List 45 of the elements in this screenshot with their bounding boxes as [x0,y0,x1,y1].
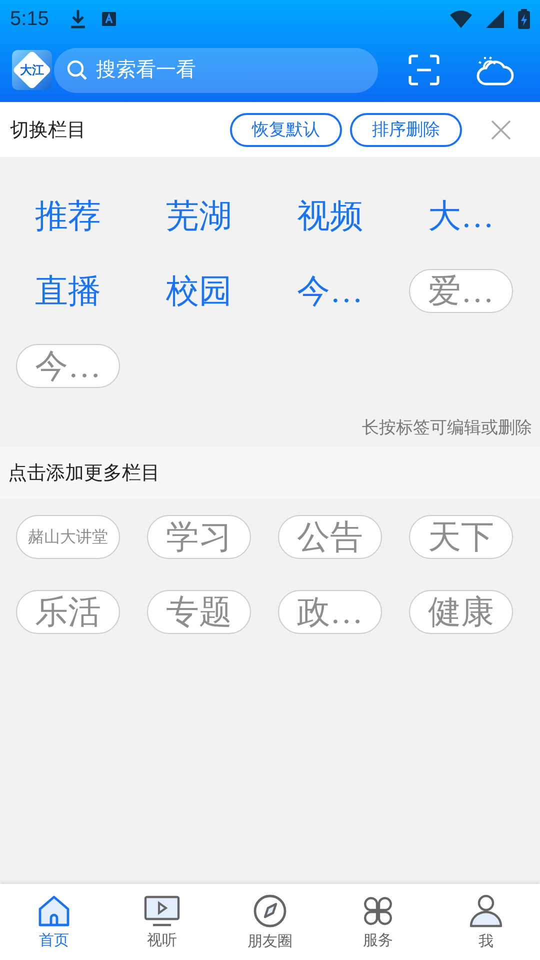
app-notification-icon [100,11,117,27]
person-icon [469,894,503,928]
channel-tag[interactable]: 今… [278,269,382,313]
status-time: 5:15 [10,8,49,30]
channel-tag[interactable]: 爱… [409,269,513,313]
outline-button[interactable]: 恢复默认 [230,112,342,146]
home-icon [37,894,71,926]
channel-tag[interactable]: 专题 [147,590,251,634]
nav-tab[interactable]: 我 [432,884,540,960]
search-bar[interactable]: 搜索看一看 [54,48,378,92]
outline-button[interactable]: 排序删除 [350,112,462,146]
channel-tag[interactable]: 芜湖 [147,194,251,238]
nav-tab[interactable]: 视听 [108,884,216,960]
tv-icon [144,894,180,926]
close-icon[interactable] [490,118,512,140]
channel-tag[interactable]: 大… [409,194,513,238]
hint-text: 长按标签可编辑或删除 [361,417,533,439]
channel-tag[interactable]: 今… [16,344,120,388]
wifi-icon [450,10,472,28]
app-logo[interactable]: 大江 [12,50,52,90]
search-field[interactable]: 搜索看一看 [94,58,348,82]
weather-icon[interactable] [476,54,514,86]
nav-tab[interactable]: 服务 [324,884,432,960]
search-icon [66,59,88,81]
download-icon [68,9,87,29]
section-title: 切换栏目 [10,118,86,142]
signal-icon [486,10,504,28]
channel-tag[interactable]: 公告 [278,515,382,559]
channel-tag[interactable]: 推荐 [16,194,120,238]
channel-tag[interactable]: 乐活 [16,590,120,634]
battery-icon [518,9,530,29]
nav-tab[interactable]: 首页 [0,884,108,960]
channel-tag[interactable]: 直播 [16,269,120,313]
section-title: 点击添加更多栏目 [8,462,160,486]
nav-tab[interactable]: 朋友圈 [216,884,324,960]
scan-icon[interactable] [408,54,440,86]
channel-tag[interactable]: 学习 [147,515,251,559]
channel-tag[interactable]: 天下 [409,515,513,559]
channel-tag[interactable]: 视频 [278,194,382,238]
channel-tag[interactable]: 校园 [147,269,251,313]
grid-icon [362,894,394,926]
channel-tag[interactable]: 赭山大讲堂 [16,515,120,559]
channel-tag[interactable]: 政… [278,590,382,634]
compass-icon [253,894,287,928]
channel-tag[interactable]: 健康 [409,590,513,634]
